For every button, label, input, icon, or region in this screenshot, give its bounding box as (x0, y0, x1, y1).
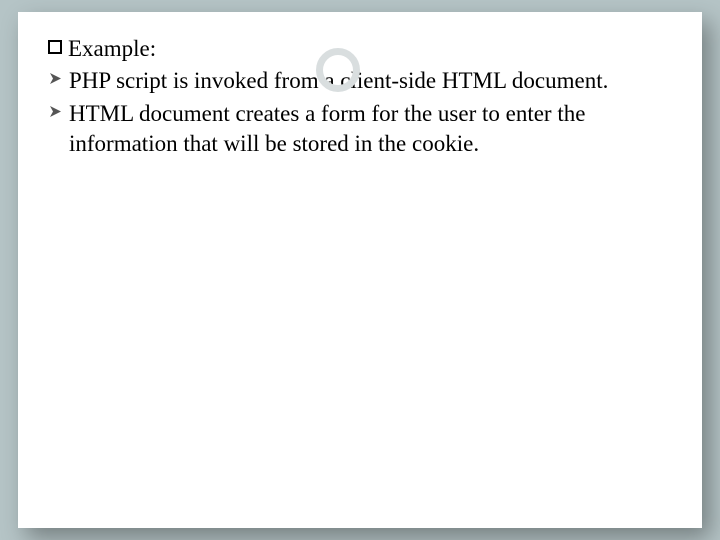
bullet-text-1: PHP script is invoked from a client-side… (69, 66, 672, 96)
heading-text: Example: (68, 34, 156, 64)
square-bullet-icon (48, 40, 62, 54)
bullet-text-2: HTML document creates a form for the use… (69, 99, 672, 160)
bullet-item-1: PHP script is invoked from a client-side… (48, 66, 672, 96)
heading-row: Example: (48, 34, 672, 64)
arrow-bullet-icon (48, 104, 63, 119)
arrow-bullet-icon (48, 71, 63, 86)
bullet-item-2: HTML document creates a form for the use… (48, 99, 672, 160)
slide-card: Example: PHP script is invoked from a cl… (18, 12, 702, 528)
